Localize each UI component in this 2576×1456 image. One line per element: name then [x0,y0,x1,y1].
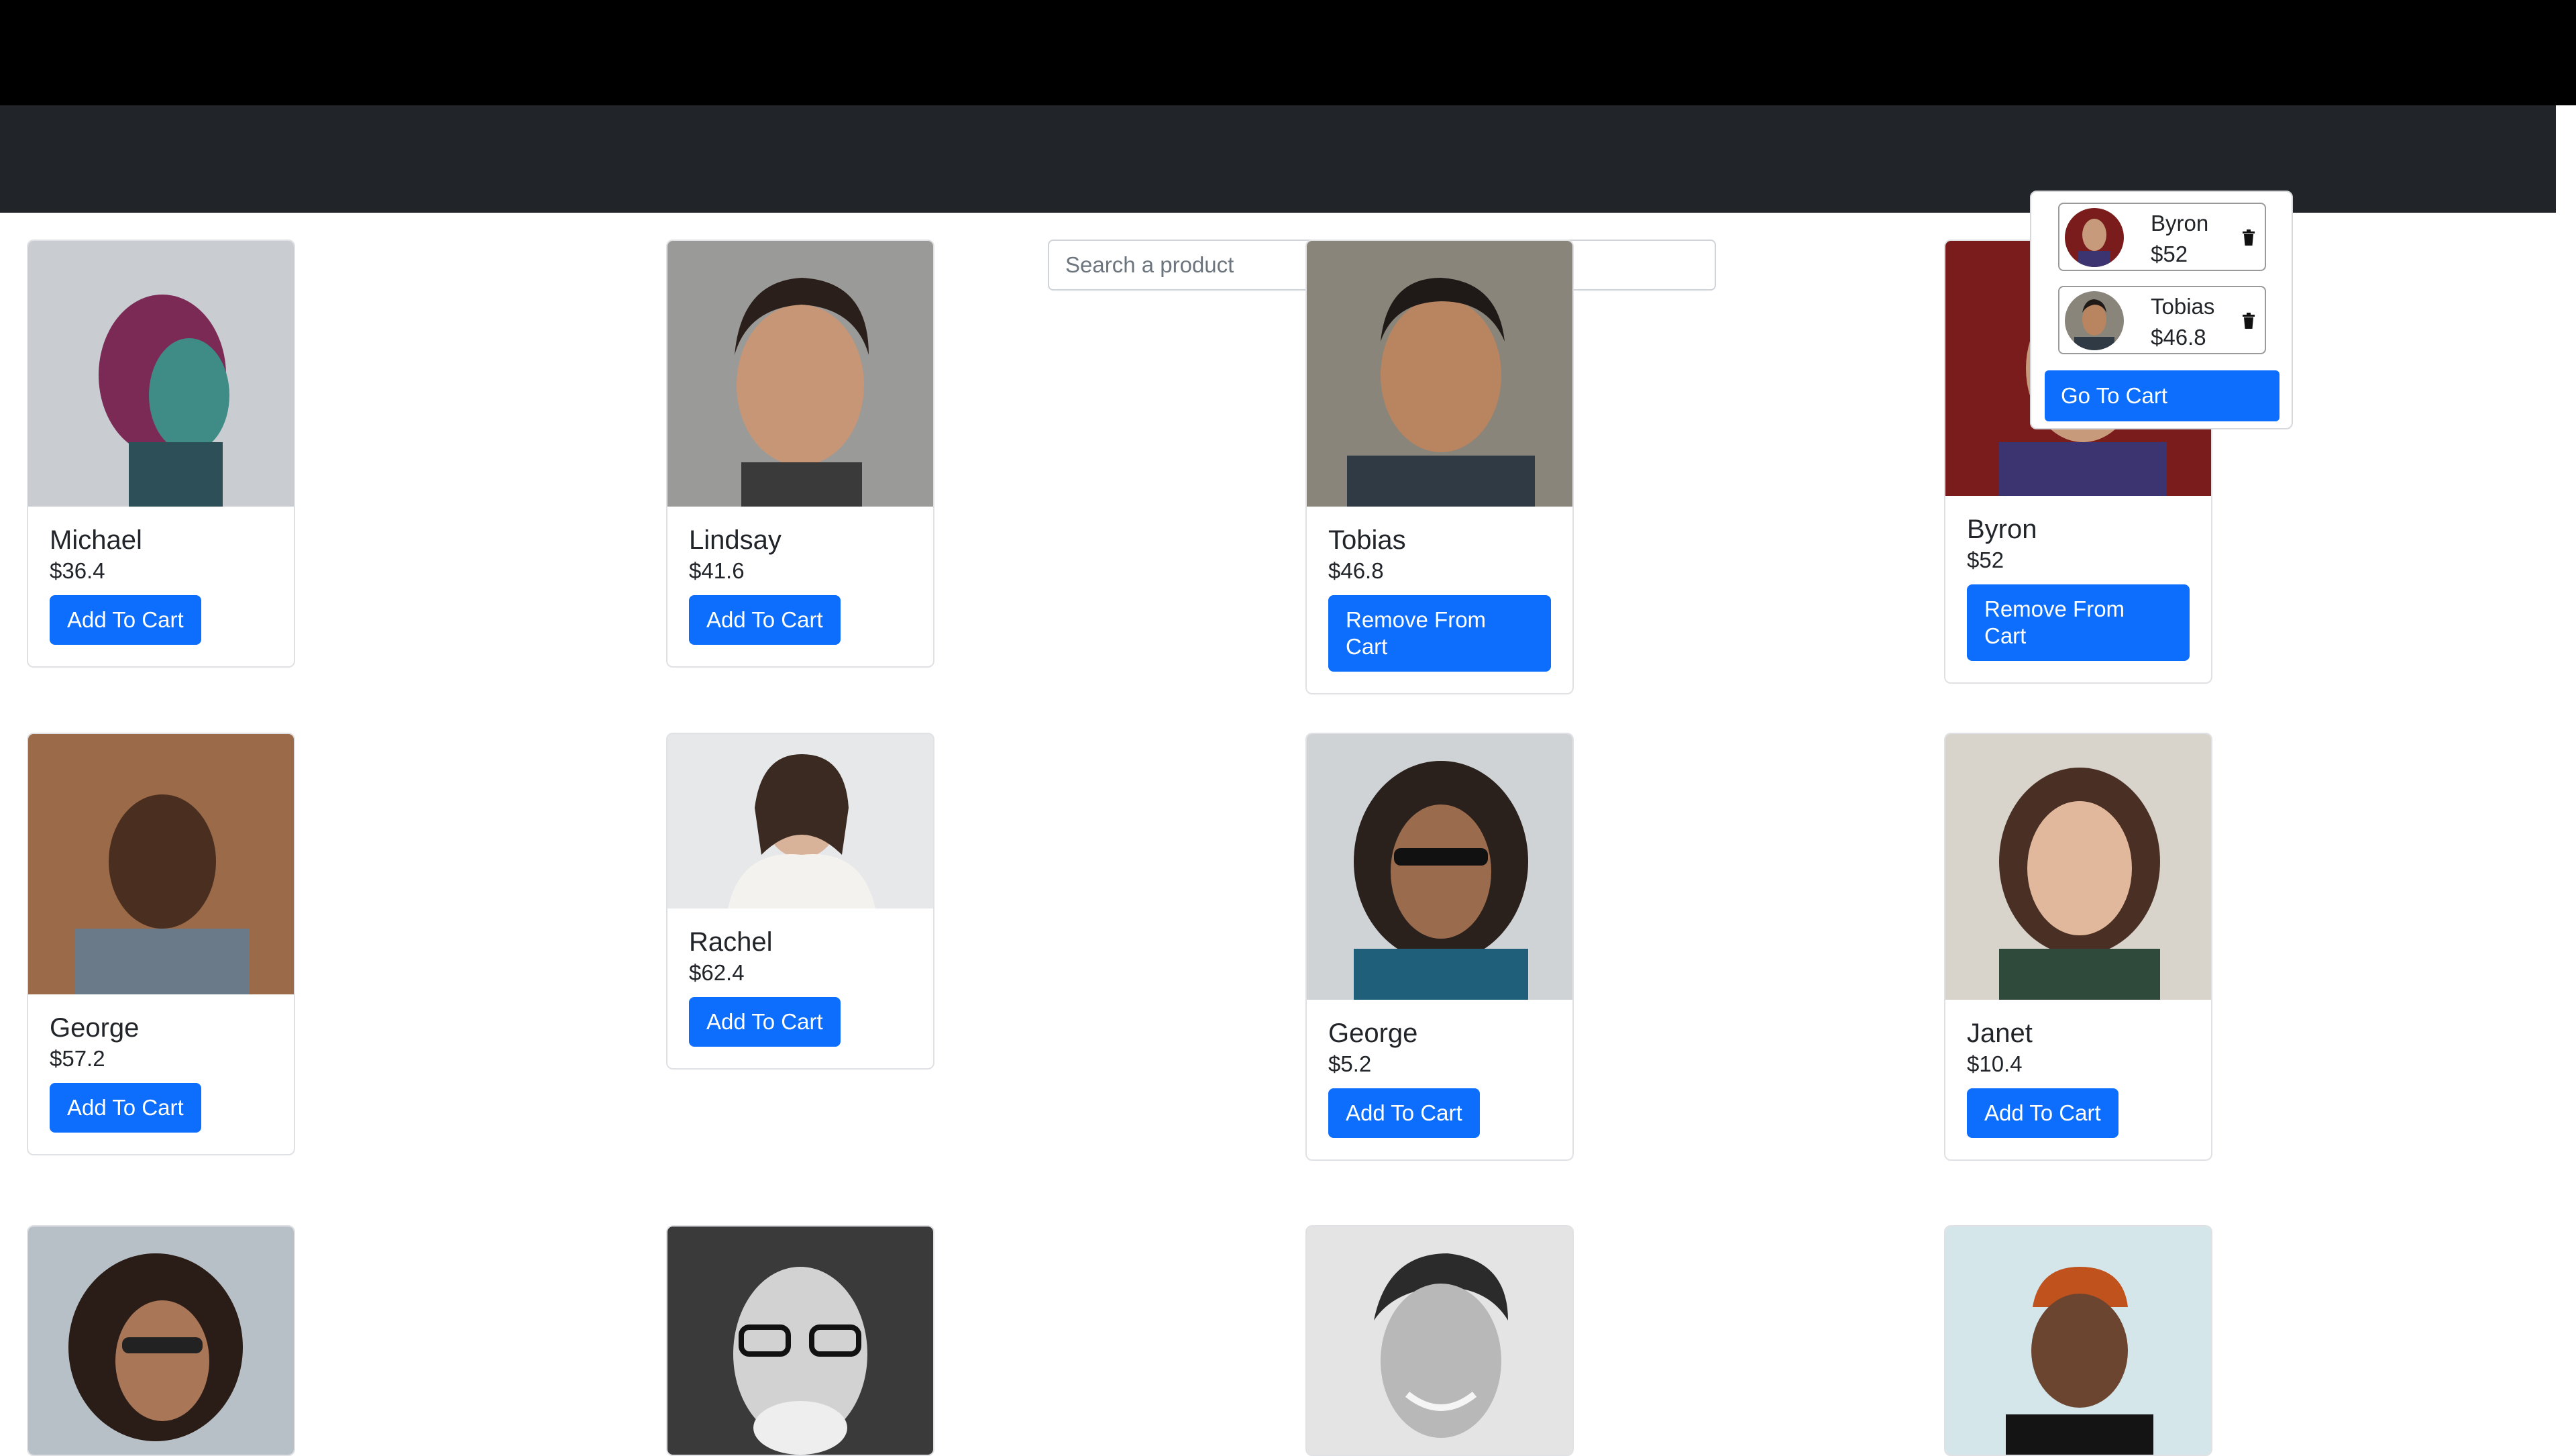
product-card [1944,1225,2212,1456]
product-photo [1307,241,1572,507]
product-name: Byron [1967,515,2037,544]
product-card [27,1225,295,1456]
product-card: George $57.2 Add To Cart [27,733,295,1155]
product-photo [1945,1227,2211,1455]
product-photo [1307,1227,1572,1455]
add-to-cart-button[interactable]: Add To Cart [50,595,201,645]
cart-item-name: Byron [2151,211,2209,236]
product-name: George [1328,1019,1418,1048]
add-to-cart-button[interactable]: Add To Cart [1967,1088,2118,1138]
avatar [2065,208,2124,267]
nav-home-link[interactable]: Home [408,249,480,281]
product-card: Michael $36.4 Add To Cart [27,240,295,668]
product-price: $62.4 [689,960,745,985]
cart-item-price: $46.8 [2151,325,2206,350]
product-photo [667,1227,933,1455]
product-price: $46.8 [1328,558,1384,583]
product-card: Rachel $62.4 Add To Cart [666,733,934,1070]
product-photo [1945,734,2211,1000]
cart-dropdown-item[interactable]: Tobias $46.8 [2058,286,2266,354]
cart-item-name: Tobias [2151,294,2215,319]
product-name: Rachel [689,927,773,957]
product-card: George $5.2 Add To Cart [1305,733,1574,1161]
product-photo [667,734,933,908]
add-to-cart-button[interactable]: Add To Cart [689,997,841,1047]
product-card: Lindsay $41.6 Add To Cart [666,240,934,668]
product-price: $57.2 [50,1046,105,1071]
remove-from-cart-button[interactable]: Remove From Cart [1967,584,2190,661]
product-card: Janet $10.4 Add To Cart [1944,733,2212,1161]
product-name: Tobias [1328,525,1406,555]
remove-from-cart-button[interactable]: Remove From Cart [1328,595,1551,672]
trash-icon[interactable] [2242,229,2255,249]
product-name: Lindsay [689,525,782,555]
add-to-cart-button[interactable]: Add To Cart [1328,1088,1480,1138]
product-photo [1307,734,1572,1000]
cart-dropdown-item[interactable]: Byron $52 [2058,203,2266,271]
product-name: George [50,1013,140,1043]
add-to-cart-button[interactable]: Add To Cart [50,1083,201,1133]
product-photo [28,241,294,507]
product-price: $36.4 [50,558,105,583]
trash-icon[interactable] [2242,313,2255,332]
avatar [2065,291,2124,350]
product-price: $5.2 [1328,1051,1372,1076]
product-price: $10.4 [1967,1051,2023,1076]
product-card: Tobias $46.8 Remove From Cart [1305,240,1574,694]
top-black-bar [0,0,2576,105]
product-price: $52 [1967,548,2004,572]
cart-dropdown-menu: Byron $52 Tobias $46.8 Go To Cart [2030,191,2293,429]
product-card [666,1225,934,1456]
product-photo [28,734,294,994]
product-price: $41.6 [689,558,745,583]
product-photo [667,241,933,507]
product-name: Janet [1967,1019,2033,1048]
product-name: Michael [50,525,142,555]
add-to-cart-button[interactable]: Add To Cart [689,595,841,645]
go-to-cart-button[interactable]: Go To Cart [2045,370,2279,421]
product-card [1305,1225,1574,1456]
cart-item-price: $52 [2151,242,2188,266]
page-scrollbar[interactable] [2556,105,2576,1449]
product-photo [28,1227,294,1455]
